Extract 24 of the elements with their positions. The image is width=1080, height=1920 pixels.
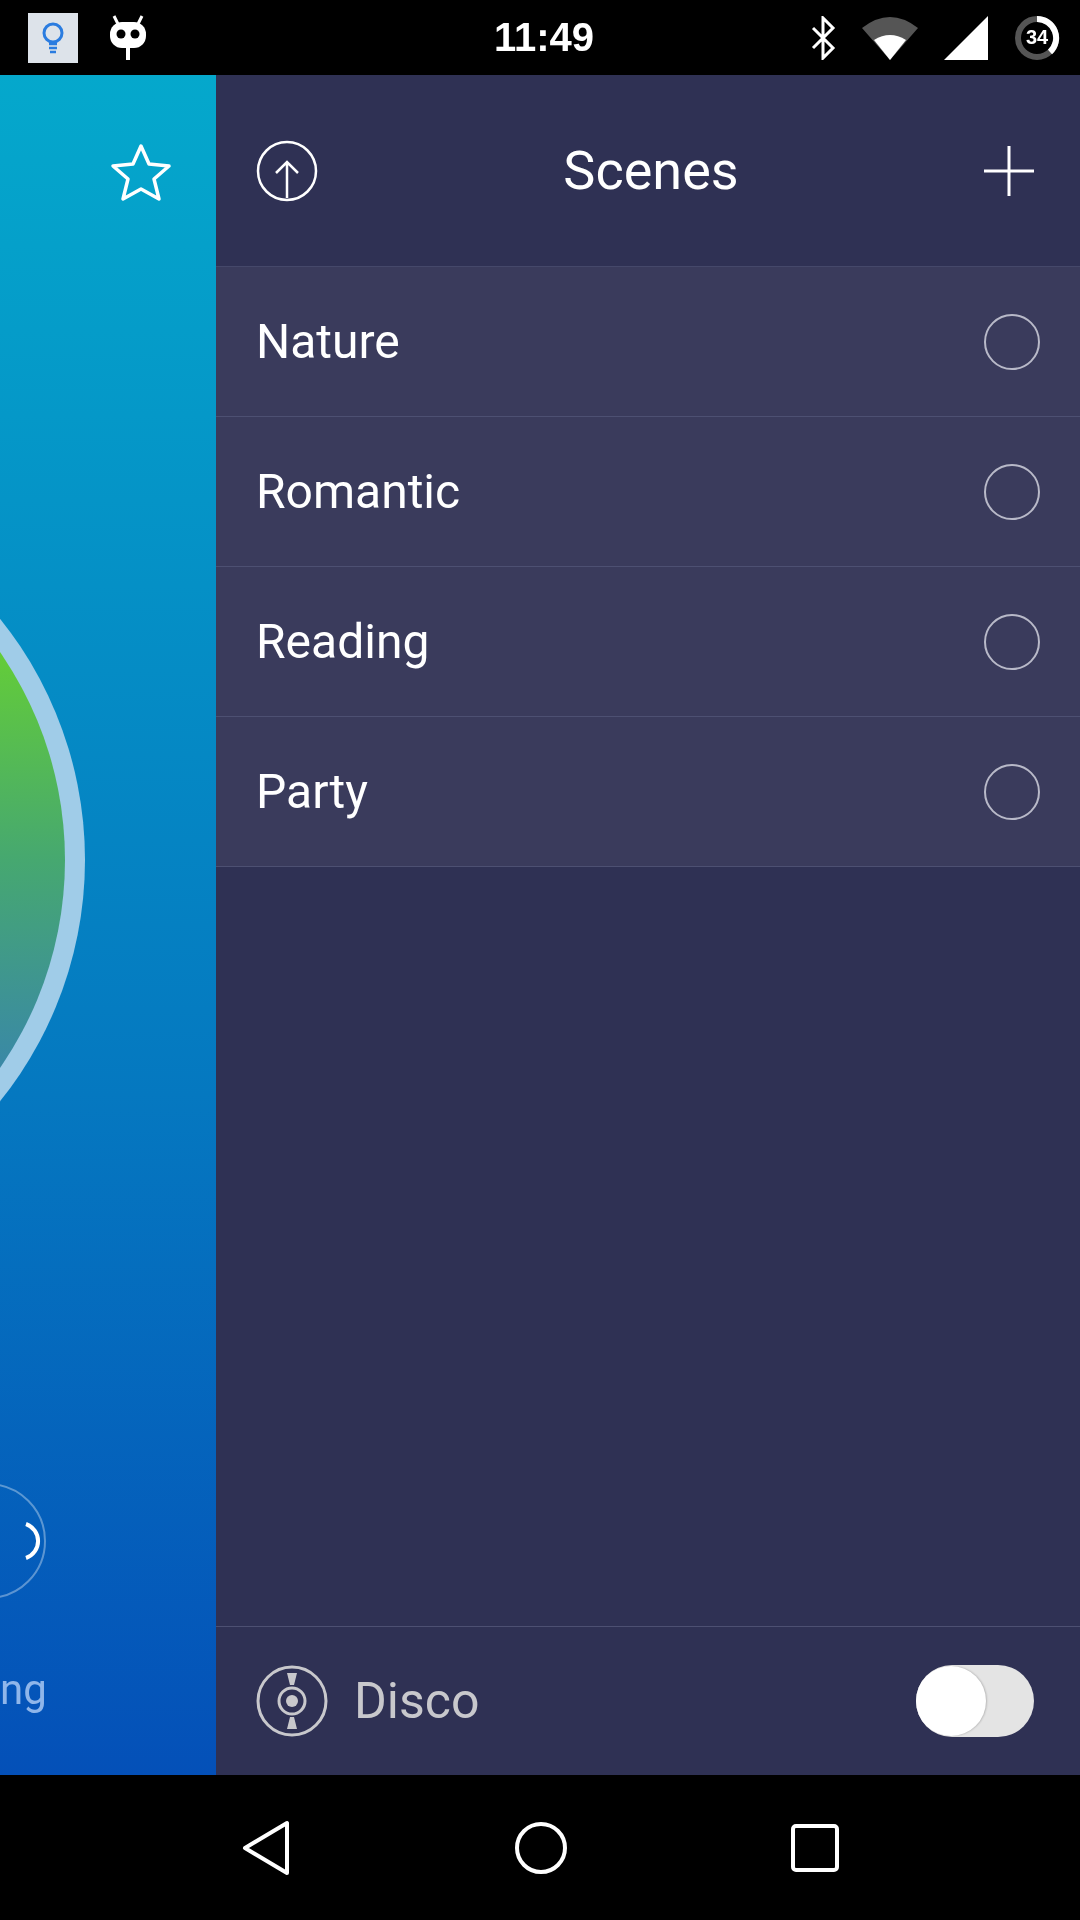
- scene-item[interactable]: Reading: [216, 567, 1080, 717]
- radio-button[interactable]: [984, 613, 1040, 670]
- radio-button[interactable]: [984, 763, 1040, 820]
- drawer-title: Scenes: [562, 139, 740, 202]
- home-button[interactable]: [514, 1820, 568, 1875]
- bluetooth-icon: [810, 15, 836, 60]
- disco-label: Disco: [354, 1672, 481, 1730]
- scene-item[interactable]: Party: [216, 717, 1080, 867]
- disco-icon: [256, 1665, 328, 1737]
- upload-button[interactable]: [256, 139, 318, 202]
- bulb-app-icon: [28, 12, 78, 63]
- signal-icon: [944, 15, 988, 60]
- battery-indicator: 34: [1014, 14, 1060, 61]
- robot-icon: [108, 13, 148, 62]
- add-button[interactable]: [984, 145, 1034, 196]
- radio-button[interactable]: [984, 313, 1040, 370]
- clock: 11:49: [492, 15, 596, 60]
- back-button[interactable]: [241, 1819, 292, 1876]
- wifi-icon: [862, 15, 918, 60]
- scene-item[interactable]: Nature: [216, 267, 1080, 417]
- mode-label: ng: [0, 1665, 47, 1714]
- scene-item[interactable]: Romantic: [216, 417, 1080, 567]
- recents-button[interactable]: [790, 1823, 839, 1872]
- radio-button[interactable]: [984, 463, 1040, 520]
